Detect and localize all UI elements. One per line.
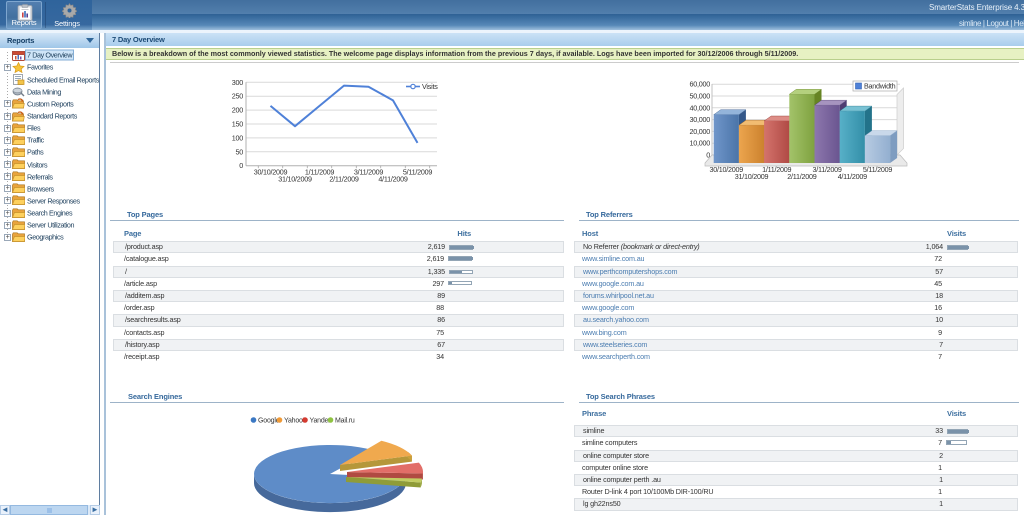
svg-text:40,000: 40,000 (690, 103, 711, 112)
svg-text:2/11/2009: 2/11/2009 (787, 172, 816, 181)
svg-text:10,000: 10,000 (690, 139, 711, 148)
svg-text:50: 50 (236, 147, 244, 156)
svg-text:100: 100 (232, 133, 243, 142)
svg-text:50,000: 50,000 (690, 92, 711, 101)
svg-text:31/10/2009: 31/10/2009 (735, 172, 769, 181)
svg-text:300: 300 (232, 78, 243, 87)
svg-text:Yahoo!: Yahoo! (284, 418, 305, 425)
svg-text:31/10/2009: 31/10/2009 (278, 175, 312, 184)
svg-text:0: 0 (239, 161, 243, 170)
svg-text:Google: Google (258, 418, 280, 425)
svg-text:60,000: 60,000 (690, 80, 711, 89)
svg-text:150: 150 (232, 120, 243, 129)
svg-text:2/11/2009: 2/11/2009 (329, 175, 358, 184)
svg-text:250: 250 (232, 92, 243, 101)
svg-text:Visits: Visits (422, 82, 438, 91)
svg-text:4/11/2009: 4/11/2009 (838, 172, 867, 181)
svg-text:5/11/2009: 5/11/2009 (863, 165, 892, 174)
svg-text:Bandwidth: Bandwidth (864, 82, 896, 91)
svg-text:4/11/2009: 4/11/2009 (378, 175, 407, 184)
svg-text:Mail.ru: Mail.ru (335, 418, 355, 425)
svg-text:30,000: 30,000 (690, 115, 711, 124)
svg-text:20,000: 20,000 (690, 127, 711, 136)
svg-text:200: 200 (232, 106, 243, 115)
